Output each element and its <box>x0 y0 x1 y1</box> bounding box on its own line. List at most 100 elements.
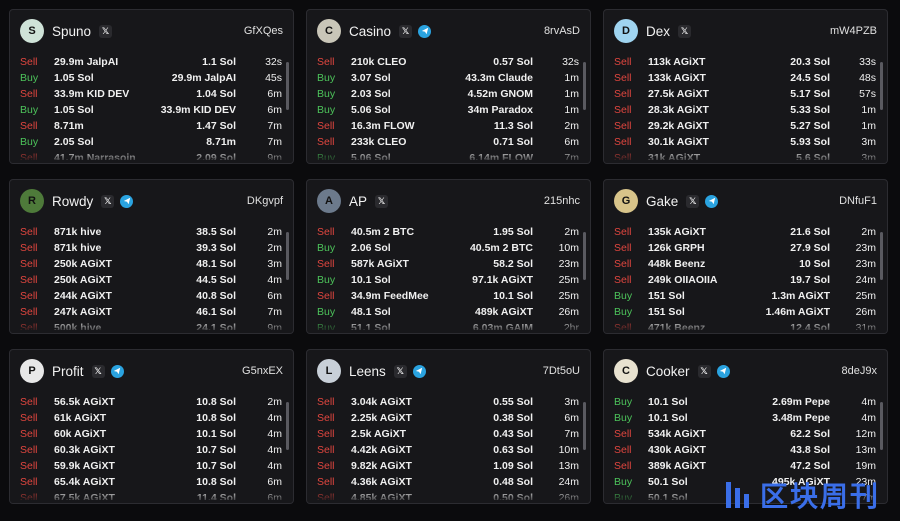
avatar[interactable]: C <box>614 359 638 383</box>
trade-row[interactable]: Buy 2.05 Sol 8.71m 7m <box>20 134 282 150</box>
trade-row[interactable]: Buy 10.1 Sol 97.1k AGiXT 25m <box>317 272 579 288</box>
scrollbar[interactable] <box>880 402 883 450</box>
trade-row[interactable]: Sell 871k hive 38.5 Sol 2m <box>20 224 282 240</box>
trade-row[interactable]: Sell 247k AGiXT 46.1 Sol 7m <box>20 304 282 320</box>
trade-row[interactable]: Buy 10.1 Sol 3.48m Pepe 4m <box>614 410 876 426</box>
wallet-address[interactable]: mW4PZB <box>830 25 877 37</box>
telegram-icon[interactable] <box>412 364 426 378</box>
trade-row[interactable]: Sell 430k AGiXT 43.8 Sol 13m <box>614 442 876 458</box>
wallet-card-ap[interactable]: A AP 𝕏 215nhc Sell 40.5m 2 BTC 1.95 Sol 2m Buy 2.… <box>306 179 591 334</box>
avatar[interactable]: G <box>614 189 638 213</box>
trade-row[interactable]: Sell 61k AGiXT 10.8 Sol 4m <box>20 410 282 426</box>
trade-row[interactable]: Sell 4.36k AGiXT 0.48 Sol 24m <box>317 474 579 490</box>
trade-row[interactable]: Buy 3.07 Sol 43.3m Claude 1m <box>317 70 579 86</box>
wallet-address[interactable]: 8deJ9x <box>842 365 877 377</box>
trade-row[interactable]: Sell 9.82k AGiXT 1.09 Sol 13m <box>317 458 579 474</box>
scrollbar[interactable] <box>583 232 586 280</box>
x-logo-icon[interactable]: 𝕏 <box>393 364 407 378</box>
wallet-name[interactable]: Profit <box>52 364 84 379</box>
trade-row[interactable]: Sell 2.25k AGiXT 0.38 Sol 6m <box>317 410 579 426</box>
wallet-name[interactable]: Gake <box>646 194 678 209</box>
telegram-icon[interactable] <box>705 194 719 208</box>
trade-row[interactable]: Sell 29.9m JalpAI 1.1 Sol 32s <box>20 54 282 70</box>
trade-row[interactable]: Sell 587k AGiXT 58.2 Sol 23m <box>317 256 579 272</box>
wallet-address[interactable]: 7Dt5oU <box>543 365 580 377</box>
trade-row[interactable]: Sell 8.71m 1.47 Sol 7m <box>20 118 282 134</box>
trade-row[interactable]: Sell 250k AGiXT 48.1 Sol 3m <box>20 256 282 272</box>
trade-row[interactable]: Sell 65.4k AGiXT 10.8 Sol 6m <box>20 474 282 490</box>
wallet-address[interactable]: 8rvAsD <box>544 25 580 37</box>
trade-row[interactable]: Buy 2.03 Sol 4.52m GNOM 1m <box>317 86 579 102</box>
wallet-name[interactable]: Cooker <box>646 364 690 379</box>
trade-row[interactable]: Sell 33.9m KID DEV 1.04 Sol 6m <box>20 86 282 102</box>
trade-row[interactable]: Sell 16.3m FLOW 11.3 Sol 2m <box>317 118 579 134</box>
wallet-card-gake[interactable]: G Gake 𝕏 DNfuF1 Sell 135k AGiXT 21.6 Sol 2m Sell… <box>603 179 888 334</box>
trade-row[interactable]: Sell 40.5m 2 BTC 1.95 Sol 2m <box>317 224 579 240</box>
x-logo-icon[interactable]: 𝕏 <box>99 24 113 38</box>
wallet-name[interactable]: Spuno <box>52 24 91 39</box>
trade-row[interactable]: Sell 250k AGiXT 44.5 Sol 4m <box>20 272 282 288</box>
trade-row[interactable]: Sell 2.5k AGiXT 0.43 Sol 7m <box>317 426 579 442</box>
trade-row[interactable]: Sell 60.3k AGiXT 10.7 Sol 4m <box>20 442 282 458</box>
trade-row[interactable]: Sell 113k AGiXT 20.3 Sol 33s <box>614 54 876 70</box>
scrollbar[interactable] <box>286 232 289 280</box>
scrollbar[interactable] <box>286 402 289 450</box>
trade-row[interactable]: Sell 3.04k AGiXT 0.55 Sol 3m <box>317 394 579 410</box>
x-logo-icon[interactable]: 𝕏 <box>91 364 105 378</box>
trade-row[interactable]: Buy 2.06 Sol 40.5m 2 BTC 10m <box>317 240 579 256</box>
avatar[interactable]: L <box>317 359 341 383</box>
trade-row[interactable]: Buy 5.06 Sol 34m Paradox 1m <box>317 102 579 118</box>
wallet-address[interactable]: DKgvpf <box>247 195 283 207</box>
trade-row[interactable]: Buy 151 Sol 1.3m AGiXT 25m <box>614 288 876 304</box>
scrollbar[interactable] <box>583 402 586 450</box>
wallet-card-leens[interactable]: L Leens 𝕏 7Dt5oU Sell 3.04k AGiXT 0.55 Sol 3m Se… <box>306 349 591 504</box>
trade-row[interactable]: Sell 59.9k AGiXT 10.7 Sol 4m <box>20 458 282 474</box>
trade-row[interactable]: Sell 126k GRPH 27.9 Sol 23m <box>614 240 876 256</box>
x-logo-icon[interactable]: 𝕏 <box>101 194 115 208</box>
trade-row[interactable]: Buy 151 Sol 1.46m AGiXT 26m <box>614 304 876 320</box>
x-logo-icon[interactable]: 𝕏 <box>678 24 692 38</box>
trade-row[interactable]: Sell 30.1k AGiXT 5.93 Sol 3m <box>614 134 876 150</box>
avatar[interactable]: S <box>20 19 44 43</box>
avatar[interactable]: R <box>20 189 44 213</box>
telegram-icon[interactable] <box>120 194 134 208</box>
x-logo-icon[interactable]: 𝕏 <box>697 364 711 378</box>
trade-row[interactable]: Buy 1.05 Sol 33.9m KID DEV 6m <box>20 102 282 118</box>
trade-row[interactable]: Sell 233k CLEO 0.71 Sol 6m <box>317 134 579 150</box>
wallet-card-casino[interactable]: C Casino 𝕏 8rvAsD Sell 210k CLEO 0.57 Sol 32s Bu… <box>306 9 591 164</box>
trade-row[interactable]: Sell 133k AGiXT 24.5 Sol 48s <box>614 70 876 86</box>
x-logo-icon[interactable]: 𝕏 <box>399 24 413 38</box>
scrollbar[interactable] <box>583 62 586 110</box>
avatar[interactable]: D <box>614 19 638 43</box>
wallet-address[interactable]: 215nhc <box>544 195 580 207</box>
wallet-card-spuno[interactable]: S Spuno 𝕏 GfXQes Sell 29.9m JalpAI 1.1 Sol 32s B… <box>9 9 294 164</box>
trade-row[interactable]: Sell 29.2k AGiXT 5.27 Sol 1m <box>614 118 876 134</box>
trade-row[interactable]: Sell 27.5k AGiXT 5.17 Sol 57s <box>614 86 876 102</box>
trade-row[interactable]: Sell 56.5k AGiXT 10.8 Sol 2m <box>20 394 282 410</box>
trade-row[interactable]: Buy 48.1 Sol 489k AGiXT 26m <box>317 304 579 320</box>
trade-row[interactable]: Sell 60k AGiXT 10.1 Sol 4m <box>20 426 282 442</box>
wallet-card-profit[interactable]: P Profit 𝕏 G5nxEX Sell 56.5k AGiXT 10.8 Sol 2m S… <box>9 349 294 504</box>
avatar[interactable]: P <box>20 359 44 383</box>
telegram-icon[interactable] <box>110 364 124 378</box>
trade-row[interactable]: Sell 534k AGiXT 62.2 Sol 12m <box>614 426 876 442</box>
wallet-card-dex[interactable]: D Dex 𝕏mW4PZB Sell 113k AGiXT 20.3 Sol 33s Sell… <box>603 9 888 164</box>
wallet-address[interactable]: DNfuF1 <box>839 195 877 207</box>
trade-row[interactable]: Buy 1.05 Sol 29.9m JalpAI 45s <box>20 70 282 86</box>
scrollbar[interactable] <box>880 62 883 110</box>
avatar[interactable]: C <box>317 19 341 43</box>
x-logo-icon[interactable]: 𝕏 <box>686 194 700 208</box>
trade-row[interactable]: Buy 10.1 Sol 2.69m Pepe 4m <box>614 394 876 410</box>
trade-row[interactable]: Sell 28.3k AGiXT 5.33 Sol 1m <box>614 102 876 118</box>
avatar[interactable]: A <box>317 189 341 213</box>
wallet-name[interactable]: Casino <box>349 24 391 39</box>
trade-row[interactable]: Sell 244k AGiXT 40.8 Sol 6m <box>20 288 282 304</box>
wallet-card-rowdy[interactable]: R Rowdy 𝕏 DKgvpf Sell 871k hive 38.5 Sol 2m Sell… <box>9 179 294 334</box>
trade-row[interactable]: Sell 4.42k AGiXT 0.63 Sol 10m <box>317 442 579 458</box>
wallet-address[interactable]: G5nxEX <box>242 365 283 377</box>
trade-row[interactable]: Sell 249k OIIAOIIA 19.7 Sol 24m <box>614 272 876 288</box>
wallet-name[interactable]: Rowdy <box>52 194 93 209</box>
trade-row[interactable]: Sell 389k AGiXT 47.2 Sol 19m <box>614 458 876 474</box>
x-logo-icon[interactable]: 𝕏 <box>375 194 389 208</box>
trade-row[interactable]: Sell 871k hive 39.3 Sol 2m <box>20 240 282 256</box>
